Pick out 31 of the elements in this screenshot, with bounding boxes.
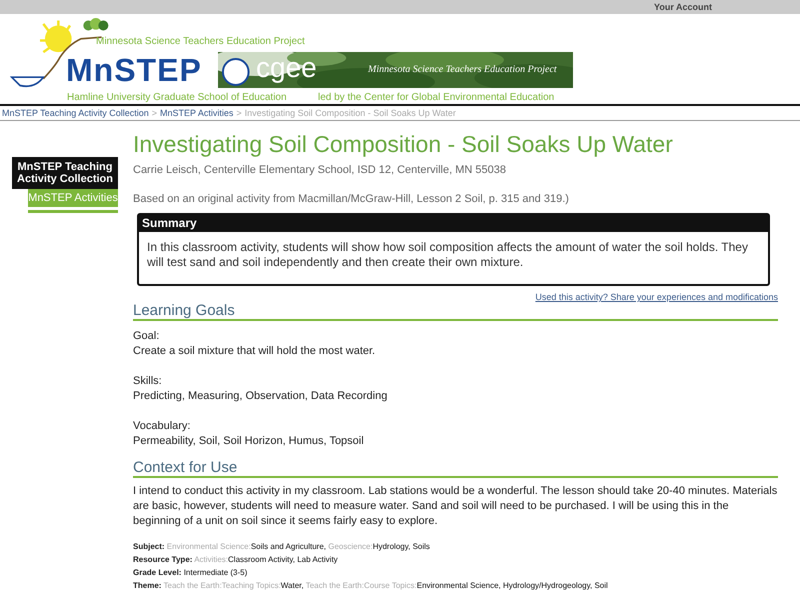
breadcrumb-link[interactable]: MnSTEP Activities (160, 106, 234, 120)
partner-credit-text: led by the Center for Global Environmental Education (318, 92, 556, 103)
metadata-line: Theme: Teach the Earth:Teaching Topics:Water, Teach the Earth:Course Topics:Environmental Science, Hydrology/Hydrogeology, Soil (133, 580, 609, 592)
goal-text: Create a soil mixture that will hold the most water. (133, 344, 376, 359)
breadcrumb-separator: > (236, 107, 242, 120)
logo-text: MnSTEP (66, 52, 202, 89)
goal-label: Vocabulary: (133, 419, 192, 434)
share-link[interactable]: Used this activity? Share your experiences and modifications (535, 292, 778, 302)
section-heading: Learning Goals (133, 302, 778, 321)
breadcrumb-separator: > (152, 107, 158, 120)
partner-caption: Minnesota Science Teachers Education Project (368, 64, 557, 75)
breadcrumb-current: Investigating Soil Composition - Soil Soaks Up Water (244, 107, 456, 120)
goal-label: Goal: (133, 329, 160, 344)
breadcrumb-link[interactable]: MnSTEP Teaching Activity Collection (2, 106, 149, 120)
goal-label: Skills: (133, 374, 163, 389)
page-title: Investigating Soil Composition - Soil Soaks Up Water (133, 131, 674, 158)
source-text: Based on an original activity from Macmillan/McGraw-Hill, Lesson 2 Soil, p. 315 and 319.) (133, 193, 570, 205)
goal-text: Permeability, Soil, Soil Horizon, Humus, Topsoil (133, 434, 365, 449)
account-link[interactable]: Your Account (654, 0, 712, 14)
tagline-text: Minnesota Science Teachers Education Project (96, 36, 305, 47)
author-text: Carrie Leisch, Centerville Elementary School, ISD 12, Centerville, MN 55038 (133, 164, 507, 176)
context-text: I intend to conduct this activity in my classroom. Lab stations would be a wonderful. The lesson should take 20-40 minutes. Materials are basic, however, students will need to measure water. Sand and soil will need to be purchased. I will be using this in the beginning of a unit on soil since it seems fairly easy to explore. (133, 484, 778, 529)
summary-text: In this classroom activity, students will show how soil composition affects the amount of water the soil holds. They will test sand and soil independently and then create their own mixture. (146, 239, 749, 271)
summary-heading: Summary (139, 215, 768, 232)
metadata-line: Grade Level: Intermediate (3-5) (133, 567, 248, 579)
sidebar-title[interactable]: MnSTEP Teaching Activity Collection (12, 157, 118, 189)
metadata-line: Subject: Environmental Science:Soils and Agriculture, Geoscience:Hydrology, Soils (133, 541, 431, 553)
section-heading: Context for Use (133, 459, 778, 478)
metadata-line: Resource Type: Activities:Classroom Activity, Lab Activity (133, 554, 339, 566)
school-text: Hamline University Graduate School of Education (67, 92, 287, 103)
goal-text: Predicting, Measuring, Observation, Data Recording (133, 389, 388, 404)
